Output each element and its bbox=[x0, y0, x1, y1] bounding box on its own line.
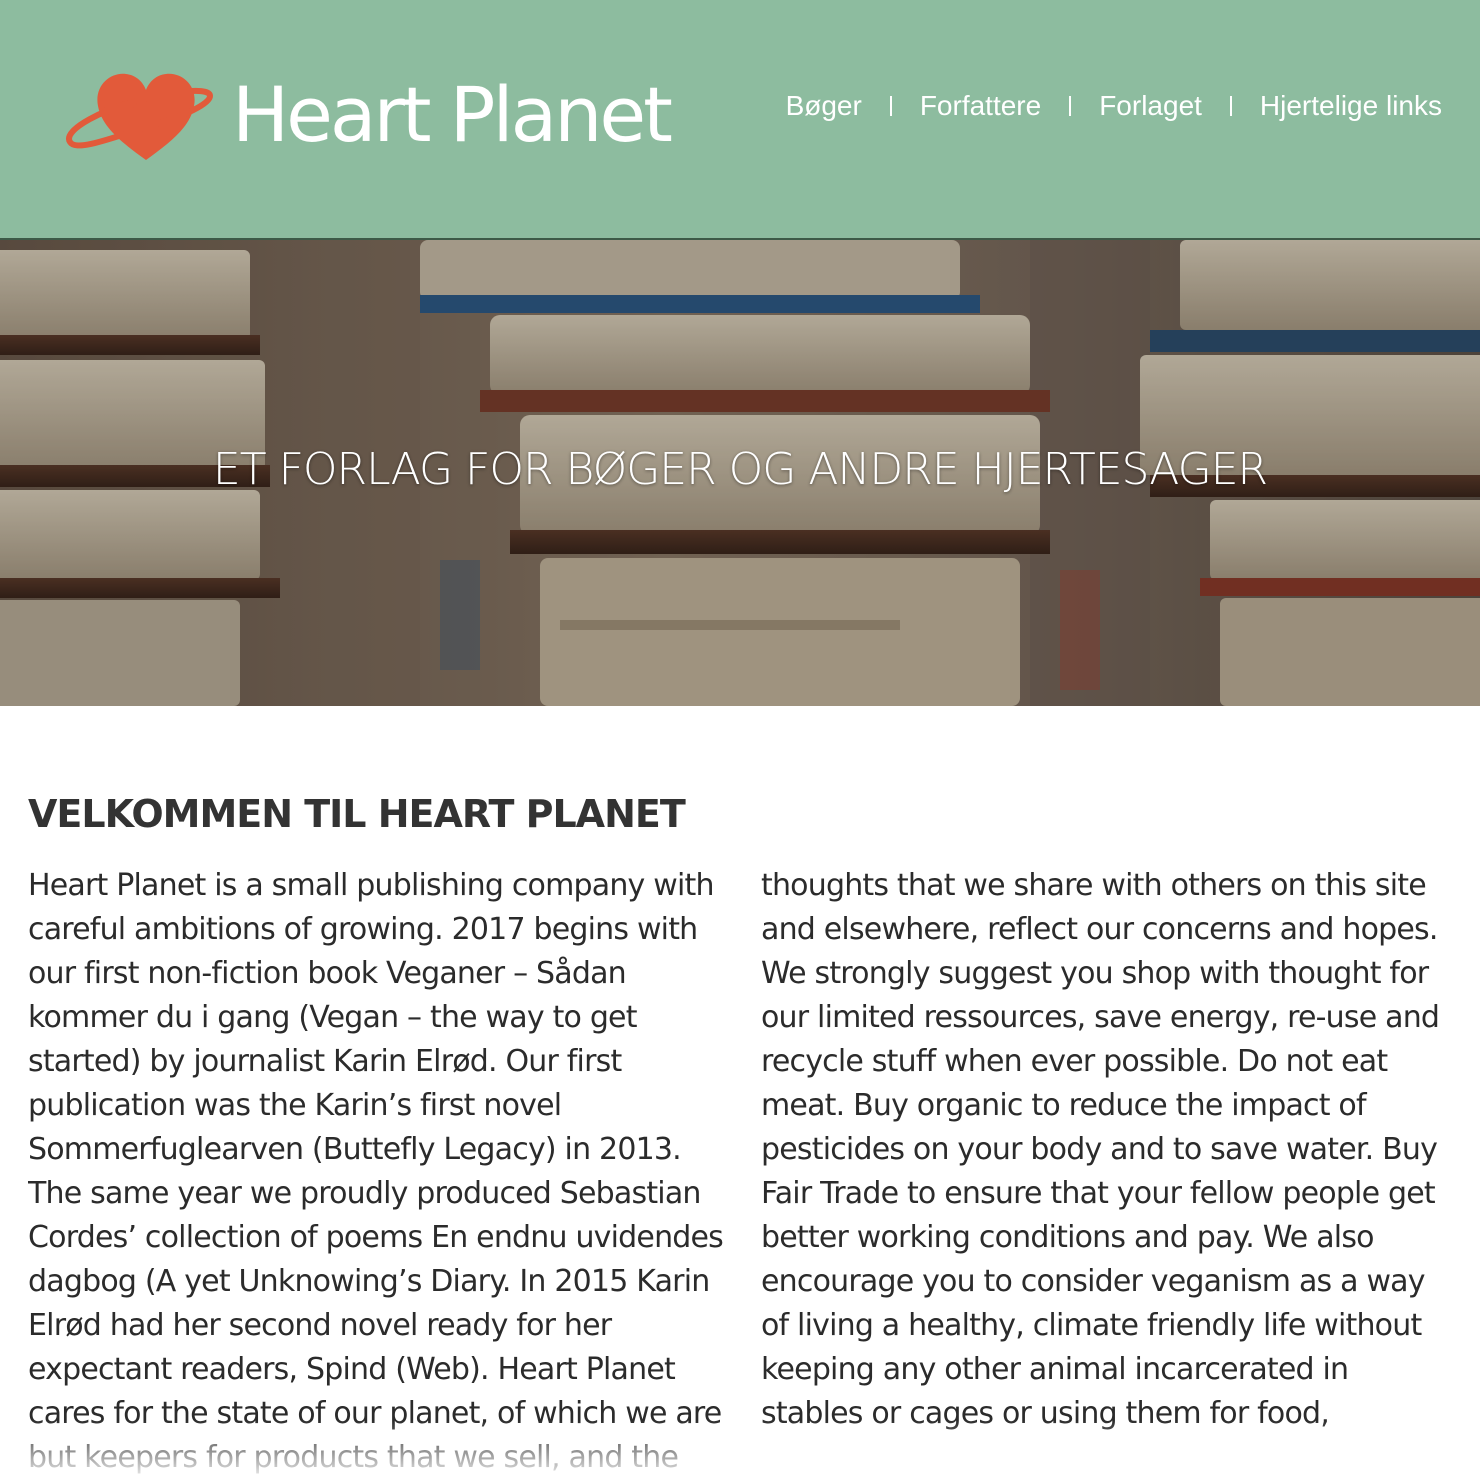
intro-paragraph: Heart Planet is a small publishing compa… bbox=[28, 868, 1440, 1475]
hero-tagline: ET FORLAG FOR BØGER OG ANDRE HJERTESAGER bbox=[212, 444, 1268, 495]
logo-home-link[interactable]: Heart Planet bbox=[64, 60, 673, 170]
main-nav: Bøger Forfattere Forlaget Hjertelige lin… bbox=[786, 90, 1442, 122]
nav-link-forlaget[interactable]: Forlaget bbox=[1099, 90, 1202, 122]
nav-link-boger[interactable]: Bøger bbox=[786, 90, 862, 122]
page-title: VELKOMMEN TIL HEART PLANET bbox=[28, 792, 686, 836]
nav-link-hjertelige-links[interactable]: Hjertelige links bbox=[1260, 90, 1442, 122]
intro-text: Heart Planet is a small publishing compa… bbox=[28, 864, 1458, 1484]
hero-banner: ET FORLAG FOR BØGER OG ANDRE HJERTESAGER bbox=[0, 240, 1480, 706]
nav-separator bbox=[1069, 96, 1072, 116]
nav-separator bbox=[889, 96, 892, 116]
heart-planet-icon bbox=[66, 73, 214, 160]
brand-name: Heart Planet bbox=[232, 70, 673, 159]
nav-separator bbox=[1229, 96, 1232, 116]
site-header: Heart Planet Bøger Forfattere Forlaget H… bbox=[0, 0, 1480, 240]
nav-link-forfattere[interactable]: Forfattere bbox=[920, 90, 1041, 122]
